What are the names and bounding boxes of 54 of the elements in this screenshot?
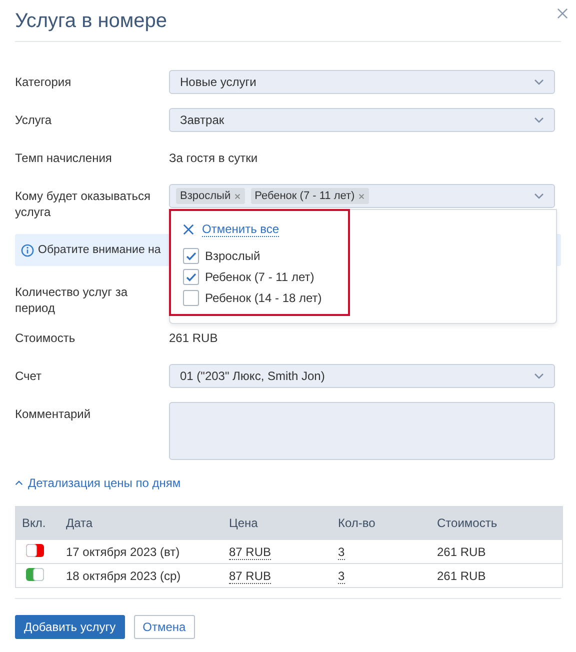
multiselect-field[interactable]: Взрослый Ребенок (7 - 11 лет) xyxy=(169,184,555,208)
column-header: Вкл. xyxy=(21,516,47,530)
field-value: За гостя в сутки xyxy=(169,150,259,167)
option-label[interactable]: Взрослый xyxy=(205,248,260,262)
table-cell: 17 октября 2023 (вт) xyxy=(66,544,180,558)
column-header: Кол-во xyxy=(337,516,376,530)
dialog-title: Услуга в номере xyxy=(15,10,168,33)
table-cell: 18 октября 2023 (ср) xyxy=(66,568,181,582)
remove-icon[interactable] xyxy=(358,192,365,200)
details-toggle[interactable]: Детализация цены по дням xyxy=(15,476,181,490)
cancel-button[interactable]: Отмена xyxy=(134,615,195,639)
field-label: Количество услуг за период xyxy=(15,284,129,316)
toggle-switch[interactable] xyxy=(26,544,44,556)
field-label: Счет xyxy=(15,368,43,384)
chevron-icon xyxy=(15,480,23,486)
chevron-down-icon xyxy=(534,373,544,379)
column-header: Дата xyxy=(65,516,94,530)
clear-all-link[interactable]: Отменить все xyxy=(202,222,280,236)
checkbox[interactable] xyxy=(183,268,199,284)
quantity-link[interactable]: 3 xyxy=(338,544,345,560)
table-cell: 261 RUB xyxy=(437,544,486,558)
checkbox[interactable] xyxy=(183,290,199,306)
column-header: Цена xyxy=(228,516,259,530)
comment-field[interactable] xyxy=(169,402,555,460)
toggle-switch[interactable] xyxy=(26,568,44,580)
field-label: Комментарий xyxy=(15,406,92,422)
field-label: Категория xyxy=(15,74,72,90)
field-label: Кому будет оказываться услуга xyxy=(15,188,152,220)
chevron-down-icon xyxy=(534,79,544,85)
field-label: Услуга xyxy=(15,112,53,128)
option-label[interactable]: Ребенок (7 - 11 лет) xyxy=(205,270,314,284)
chevron-down-icon xyxy=(534,117,544,123)
price-link[interactable]: 87 RUB xyxy=(229,568,272,584)
field-label: Темп начисления xyxy=(15,150,113,166)
checkbox[interactable] xyxy=(183,248,199,264)
select-field[interactable]: Новые услуги xyxy=(169,70,555,94)
select-field[interactable]: Завтрак xyxy=(169,108,555,132)
select-field[interactable]: 01 ("203" Люкс, Smith Jon) xyxy=(169,364,555,388)
option-label[interactable]: Ребенок (14 - 18 лет) xyxy=(205,290,322,304)
table-cell: 261 RUB xyxy=(437,568,486,582)
chevron-down-icon xyxy=(534,193,544,199)
field-value: 261 RUB xyxy=(169,330,219,347)
column-header: Стоимость xyxy=(436,516,498,530)
remove-icon[interactable] xyxy=(234,192,241,200)
close-icon[interactable] xyxy=(557,8,568,19)
tag[interactable]: Ребенок (7 - 11 лет) xyxy=(250,188,369,204)
price-link[interactable]: 87 RUB xyxy=(229,544,272,560)
info-icon xyxy=(21,244,34,256)
notice-text: Обратите внимание на xyxy=(38,244,161,256)
close-icon[interactable] xyxy=(183,224,194,234)
field-label: Стоимость xyxy=(15,330,76,346)
add-button[interactable]: Добавить услугу xyxy=(15,615,125,639)
quantity-link[interactable]: 3 xyxy=(338,568,345,584)
tag[interactable]: Взрослый xyxy=(176,188,245,204)
